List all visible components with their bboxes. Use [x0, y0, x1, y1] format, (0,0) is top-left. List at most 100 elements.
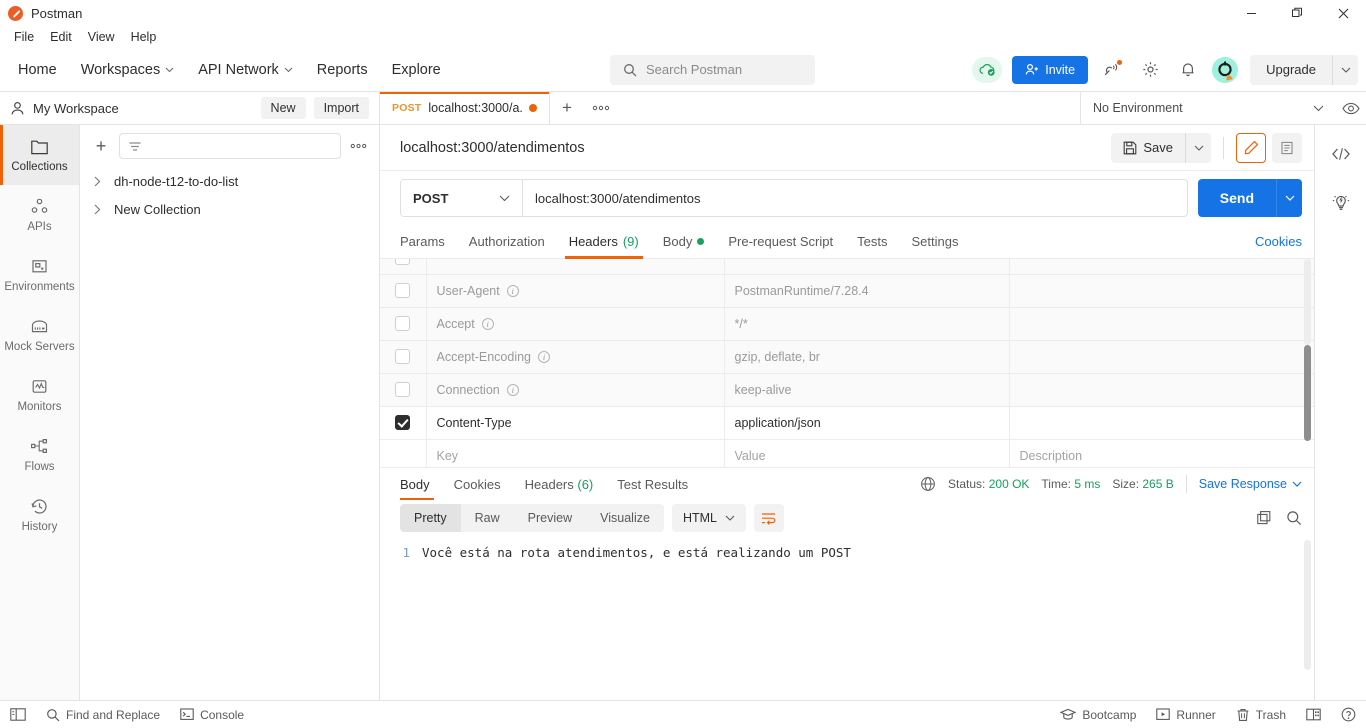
request-tab[interactable]: POST localhost:3000/a... [380, 92, 550, 124]
collection-item[interactable]: New Collection [80, 195, 379, 223]
table-row[interactable]: User-Agent i PostmanRuntime/7.28.4 [380, 274, 1314, 308]
response-language-select[interactable]: HTML [671, 504, 746, 532]
header-value-cell[interactable]: keep-alive [724, 373, 1010, 407]
code-snippet-icon[interactable] [1326, 139, 1356, 169]
comment-button[interactable] [1272, 132, 1302, 163]
tab-pre-request-script[interactable]: Pre-request Script [716, 225, 845, 259]
tab-authorization[interactable]: Authorization [457, 225, 557, 259]
globe-icon[interactable] [920, 476, 936, 492]
tab-settings[interactable]: Settings [899, 225, 970, 259]
nav-api-network[interactable]: API Network [186, 56, 305, 84]
bootcamp-button[interactable]: Bootcamp [1060, 708, 1136, 722]
save-response-button[interactable]: Save Response [1199, 477, 1302, 491]
info-icon[interactable]: i [506, 284, 519, 297]
trash-button[interactable]: Trash [1236, 708, 1286, 722]
header-key-cell[interactable]: User-Agent i [426, 274, 725, 308]
table-row[interactable] [380, 259, 1314, 275]
sidebar-item-mock-servers[interactable]: Mock Servers [0, 305, 79, 365]
copy-icon[interactable] [1256, 510, 1272, 526]
header-enabled-checkbox[interactable] [395, 349, 411, 365]
view-raw-button[interactable]: Raw [461, 504, 514, 532]
cookies-link[interactable]: Cookies [1255, 234, 1302, 249]
nav-workspaces[interactable]: Workspaces [69, 56, 187, 84]
header-value-cell[interactable]: PostmanRuntime/7.28.4 [724, 274, 1010, 308]
cloud-sync-ok-icon[interactable] [972, 56, 1003, 83]
table-row-new[interactable]: Key Value Description [380, 439, 1314, 467]
header-key-cell[interactable]: Accept i [426, 307, 725, 341]
response-tab-cookies[interactable]: Cookies [442, 468, 513, 500]
collections-filter-input[interactable] [119, 133, 341, 159]
lightbulb-icon[interactable] [1326, 187, 1356, 217]
header-description-cell[interactable] [1009, 373, 1314, 407]
environment-selector[interactable]: No Environment [1081, 92, 1336, 124]
header-enabled-checkbox-cell[interactable] [380, 373, 427, 407]
response-body[interactable]: 1 Você está na rota atendimentos, e está… [380, 540, 1314, 700]
tab-tests[interactable]: Tests [845, 225, 899, 259]
table-row[interactable]: Content-Type application/json [380, 406, 1314, 440]
menu-help[interactable]: Help [123, 28, 165, 46]
close-button[interactable] [1320, 0, 1366, 26]
add-collection-button[interactable]: + [92, 136, 110, 157]
view-preview-button[interactable]: Preview [514, 504, 586, 532]
header-enabled-checkbox[interactable] [395, 382, 411, 398]
header-enabled-checkbox[interactable] [395, 259, 411, 265]
environment-chevron-down-icon[interactable] [1313, 105, 1324, 112]
table-row[interactable]: Accept-Encoding i gzip, deflate, br [380, 340, 1314, 374]
user-avatar-icon[interactable] [1212, 56, 1239, 83]
info-icon[interactable]: i [481, 317, 494, 330]
send-button[interactable]: Send [1198, 179, 1276, 217]
headers-scrollbar-thumb[interactable] [1304, 345, 1311, 441]
new-header-description-input[interactable]: Description [1009, 439, 1314, 467]
upgrade-button[interactable]: Upgrade [1250, 55, 1332, 85]
header-value-cell[interactable]: application/json [724, 406, 1010, 440]
header-key-cell[interactable]: Accept-Encoding i [426, 340, 725, 374]
menu-edit[interactable]: Edit [42, 28, 80, 46]
header-description-cell[interactable] [1009, 259, 1314, 275]
find-and-replace-button[interactable]: Find and Replace [46, 708, 160, 722]
menu-file[interactable]: File [6, 28, 42, 46]
header-description-cell[interactable] [1009, 406, 1314, 440]
bell-icon[interactable] [1174, 56, 1202, 84]
save-button[interactable]: Save [1111, 133, 1185, 163]
header-description-cell[interactable] [1009, 274, 1314, 308]
sidebar-item-apis[interactable]: APIs [0, 185, 79, 245]
sidebar-item-flows[interactable]: Flows [0, 425, 79, 485]
url-input[interactable]: localhost:3000/atendimentos [523, 180, 1187, 216]
tab-options-icon[interactable] [584, 92, 618, 124]
header-value-cell[interactable]: gzip, deflate, br [724, 340, 1010, 374]
header-key-cell[interactable]: Content-Type [426, 406, 725, 440]
header-key-cell[interactable]: Connection i [426, 373, 725, 407]
chevron-right-icon[interactable] [94, 176, 104, 187]
chevron-right-icon[interactable] [94, 204, 104, 215]
upgrade-chevron-down-icon[interactable] [1332, 54, 1358, 85]
send-chevron-down-icon[interactable] [1276, 179, 1302, 217]
tab-params[interactable]: Params [400, 225, 457, 259]
header-enabled-checkbox[interactable] [395, 283, 411, 299]
header-enabled-checkbox-cell[interactable] [380, 340, 427, 374]
sidebar-toggle-icon[interactable] [10, 708, 26, 721]
save-chevron-down-icon[interactable] [1185, 132, 1211, 163]
layout-panes-icon[interactable] [1306, 708, 1321, 721]
collection-item[interactable]: dh-node-t12-to-do-list [80, 167, 379, 195]
runner-button[interactable]: Runner [1156, 708, 1216, 722]
new-header-key-input[interactable]: Key [426, 439, 725, 467]
header-value-cell[interactable] [724, 259, 1010, 275]
maximize-button[interactable] [1274, 0, 1320, 26]
sidebar-item-history[interactable]: History [0, 485, 79, 545]
satellite-broadcast-icon[interactable] [1098, 56, 1126, 84]
header-key-cell[interactable] [426, 259, 725, 275]
response-tab-test-results[interactable]: Test Results [605, 468, 700, 500]
header-enabled-checkbox-cell[interactable] [380, 406, 427, 440]
tab-headers[interactable]: Headers (9) [557, 225, 651, 259]
table-row[interactable]: Connection i keep-alive [380, 373, 1314, 407]
view-pretty-button[interactable]: Pretty [400, 504, 461, 532]
edit-request-button[interactable] [1236, 132, 1266, 163]
header-value-cell[interactable]: */* [724, 307, 1010, 341]
invite-button[interactable]: Invite [1012, 55, 1089, 84]
search-icon[interactable] [1286, 510, 1302, 526]
tab-body[interactable]: Body [651, 225, 717, 259]
header-enabled-checkbox-cell[interactable] [380, 307, 427, 341]
workspace-selector[interactable]: My Workspace New Import [0, 92, 380, 124]
console-button[interactable]: Console [180, 708, 244, 722]
nav-explore[interactable]: Explore [380, 56, 453, 84]
